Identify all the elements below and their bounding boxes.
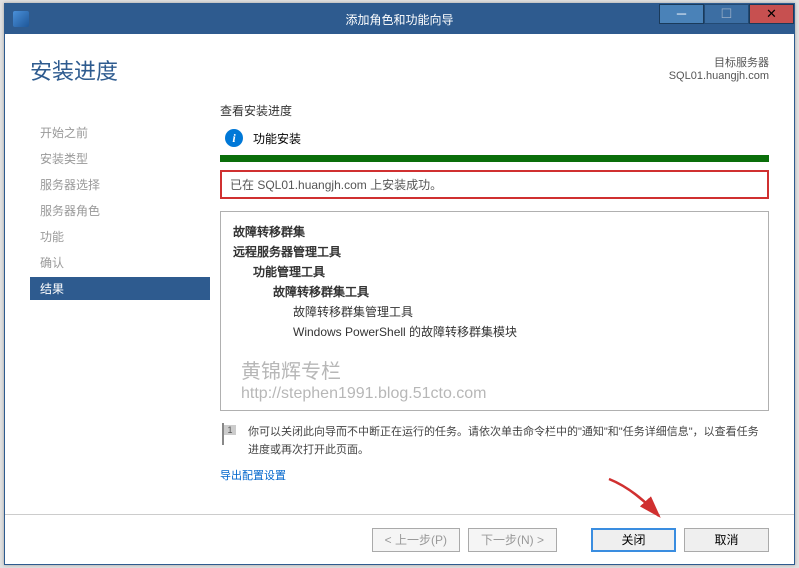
watermark-line1: 黄锦辉专栏 [241, 361, 487, 383]
step-list: 开始之前 安装类型 服务器选择 服务器角色 功能 确认 结果 [30, 121, 210, 300]
watermark: 黄锦辉专栏 http://stephen1991.blog.51cto.com [241, 361, 487, 405]
server-label: 目标服务器 [220, 54, 769, 70]
page-title: 安装进度 [30, 54, 210, 86]
feature-item: 远程服务器管理工具 [233, 242, 756, 262]
watermark-line2: http://stephen1991.blog.51cto.com [241, 383, 487, 405]
progress-bar [220, 155, 769, 162]
status-text: 功能安装 [253, 130, 301, 147]
step-server-roles: 服务器角色 [30, 199, 210, 222]
feature-item: 故障转移群集管理工具 [233, 302, 756, 322]
step-server-select: 服务器选择 [30, 173, 210, 196]
maximize-button: ☐ [704, 4, 749, 24]
feature-item: 故障转移群集 [233, 222, 756, 242]
cancel-button[interactable]: 取消 [684, 528, 769, 552]
titlebar[interactable]: 添加角色和功能向导 ─ ☐ ✕ [5, 4, 794, 34]
wizard-window: 添加角色和功能向导 ─ ☐ ✕ 安装进度 开始之前 安装类型 服务器选择 服务器… [4, 3, 795, 565]
close-window-button[interactable]: ✕ [749, 4, 794, 24]
step-install-type: 安装类型 [30, 147, 210, 170]
server-info: 目标服务器 SQL01.huangjh.com [220, 54, 769, 82]
step-features: 功能 [30, 225, 210, 248]
success-message-box: 已在 SQL01.huangjh.com 上安装成功。 [220, 170, 769, 199]
main-panel: 安装进度 开始之前 安装类型 服务器选择 服务器角色 功能 确认 结果 目标服务… [5, 34, 794, 514]
hint-text: 你可以关闭此向导而不中断正在运行的任务。请依次单击命令栏中的"通知"和"任务详细… [248, 423, 769, 459]
step-results: 结果 [30, 277, 210, 300]
app-icon [13, 11, 29, 27]
next-button: 下一步(N) > [468, 528, 557, 552]
server-name: SQL01.huangjh.com [220, 70, 769, 82]
prev-button: < 上一步(P) [372, 528, 460, 552]
left-column: 安装进度 开始之前 安装类型 服务器选择 服务器角色 功能 确认 结果 [30, 54, 210, 504]
feature-item: 故障转移群集工具 [233, 282, 756, 302]
window-controls: ─ ☐ ✕ [659, 4, 794, 24]
step-confirm: 确认 [30, 251, 210, 274]
export-config-link[interactable]: 导出配置设置 [220, 467, 769, 483]
feature-list-box: 故障转移群集 远程服务器管理工具 功能管理工具 故障转移群集工具 故障转移群集管… [220, 211, 769, 411]
button-bar: < 上一步(P) 下一步(N) > 关闭 取消 [5, 514, 794, 564]
content-area: 安装进度 开始之前 安装类型 服务器选择 服务器角色 功能 确认 结果 目标服务… [5, 34, 794, 564]
info-icon: i [225, 129, 243, 147]
flag-icon [220, 423, 238, 445]
right-column: 目标服务器 SQL01.huangjh.com 查看安装进度 i 功能安装 已在… [210, 54, 769, 504]
step-before-begin: 开始之前 [30, 121, 210, 144]
feature-item: 功能管理工具 [233, 262, 756, 282]
minimize-button[interactable]: ─ [659, 4, 704, 24]
progress-section-label: 查看安装进度 [220, 102, 769, 119]
status-row: i 功能安装 [220, 129, 769, 147]
close-button[interactable]: 关闭 [591, 528, 676, 552]
hint-row: 你可以关闭此向导而不中断正在运行的任务。请依次单击命令栏中的"通知"和"任务详细… [220, 423, 769, 459]
window-title: 添加角色和功能向导 [345, 11, 453, 28]
feature-item: Windows PowerShell 的故障转移群集模块 [233, 322, 756, 342]
